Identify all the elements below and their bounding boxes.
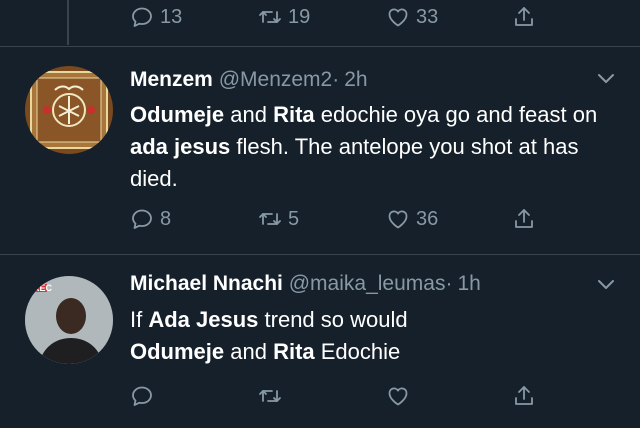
- text-segment: and: [224, 102, 274, 127]
- like-icon: [388, 387, 408, 406]
- retweet-button[interactable]: 5: [258, 204, 299, 234]
- text-segment: and: [224, 339, 274, 364]
- retweet-count: 19: [288, 5, 311, 28]
- avatar-emblem-image: [25, 66, 113, 154]
- reply-count: 13: [160, 5, 183, 28]
- share-icon: [515, 386, 533, 405]
- tweet-header: Menzem @Menzem2· 2h: [130, 68, 368, 92]
- reply-button[interactable]: [130, 381, 154, 411]
- display-name[interactable]: Menzem: [130, 68, 213, 91]
- reply-button[interactable]: 8: [130, 204, 171, 234]
- like-button[interactable]: 36: [386, 204, 438, 234]
- share-button[interactable]: [512, 2, 536, 32]
- text-segment: edochie oya go and feast on: [314, 102, 598, 127]
- retweet-icon: [259, 213, 281, 225]
- text-segment: Odumeje: [130, 339, 225, 364]
- like-count: 33: [416, 5, 439, 28]
- text-segment: Rita: [273, 339, 315, 364]
- like-button[interactable]: [386, 381, 410, 411]
- text-segment: Edochie: [314, 339, 401, 364]
- tweet-actions: 8 5 36: [0, 204, 640, 234]
- reply-button[interactable]: 13: [130, 2, 182, 32]
- like-icon: [388, 210, 408, 229]
- reply-count: 8: [160, 207, 172, 230]
- text-segment: If: [130, 307, 149, 332]
- retweet-icon: [259, 390, 281, 402]
- tweet-header: Michael Nnachi @maika_leumas· 1h: [130, 272, 481, 296]
- display-name[interactable]: Michael Nnachi: [130, 272, 283, 295]
- like-button[interactable]: 33: [386, 2, 438, 32]
- timestamp[interactable]: 1h: [457, 272, 480, 295]
- dot-separator: ·: [445, 272, 453, 295]
- share-button[interactable]: [512, 204, 536, 234]
- chevron-down-icon[interactable]: [594, 272, 618, 296]
- tweet-text: Odumeje and Rita edochie oya go and feas…: [130, 99, 610, 195]
- top-tweet-actions: 13 19 33: [0, 2, 640, 32]
- timestamp[interactable]: 2h: [344, 68, 367, 91]
- chevron-down-icon[interactable]: [594, 66, 618, 90]
- share-icon: [515, 7, 533, 26]
- text-segment: Odumeje: [130, 102, 225, 127]
- retweet-button[interactable]: [258, 381, 282, 411]
- like-count: 36: [416, 207, 439, 230]
- retweet-button[interactable]: 19: [258, 2, 310, 32]
- username-handle[interactable]: @maika_leumas: [289, 272, 446, 295]
- tweet-actions: [0, 381, 640, 411]
- avatar[interactable]: [25, 66, 113, 154]
- reply-icon: [132, 386, 152, 406]
- tweet-text: If Ada Jesus trend so would Odumeje and …: [130, 304, 610, 368]
- share-button[interactable]: [512, 381, 536, 411]
- text-segment: Rita: [273, 102, 315, 127]
- avatar-rec-label: REC: [33, 283, 53, 293]
- dot-separator: ·: [332, 68, 340, 91]
- tweet-divider: [0, 46, 640, 47]
- reply-icon: [132, 7, 152, 27]
- text-segment: trend so would: [258, 307, 408, 332]
- avatar[interactable]: REC: [25, 276, 113, 364]
- reply-icon: [132, 209, 152, 229]
- username-handle[interactable]: @Menzem2: [219, 68, 333, 91]
- retweet-count: 5: [288, 207, 300, 230]
- text-segment: Ada Jesus: [148, 307, 259, 332]
- retweet-icon: [259, 11, 281, 23]
- tweet-divider: [0, 254, 640, 255]
- like-icon: [388, 8, 408, 27]
- share-icon: [515, 209, 533, 228]
- text-segment: ada jesus: [130, 134, 231, 159]
